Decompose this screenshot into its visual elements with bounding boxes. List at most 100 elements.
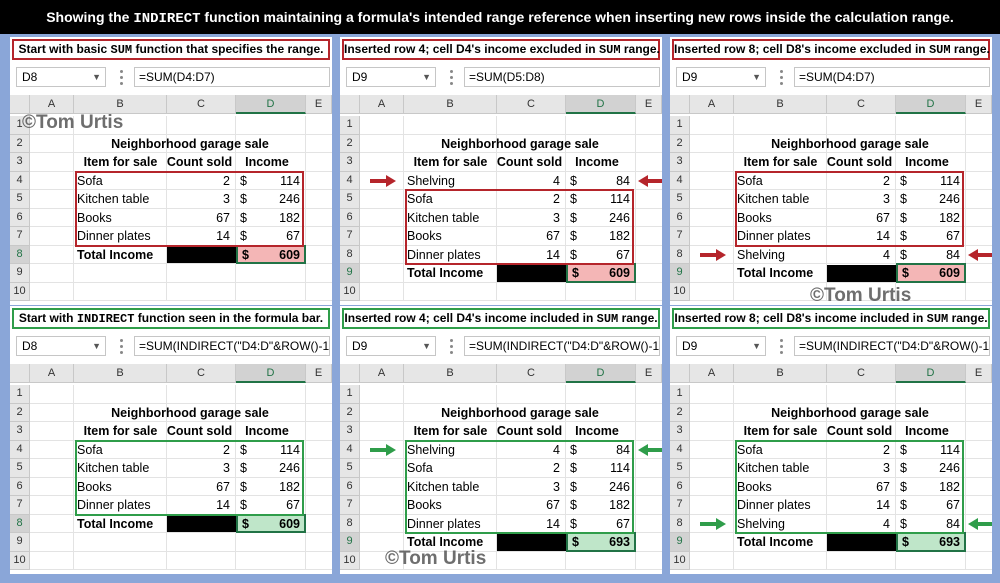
row-header-9[interactable]: 9 [10,533,30,552]
row-header-4[interactable]: 4 [340,440,360,459]
row-header-10[interactable]: 10 [340,282,360,301]
row-header-9[interactable]: 9 [670,264,690,283]
column-header-b[interactable]: B [74,364,167,383]
row-header-2[interactable]: 2 [10,134,30,153]
row-header-3[interactable]: 3 [670,422,690,441]
name-box[interactable]: D9 ▼ [676,336,766,356]
column-header-e[interactable]: E [966,364,992,383]
column-header-e[interactable]: E [306,95,332,114]
column-header-d[interactable]: D [236,95,306,114]
row-header-6[interactable]: 6 [340,477,360,496]
row-header-7[interactable]: 7 [340,496,360,515]
column-header-a[interactable]: A [360,364,404,383]
column-header-d[interactable]: D [236,364,306,383]
row-header-2[interactable]: 2 [340,134,360,153]
active-cell[interactable] [896,263,966,283]
row-header-1[interactable]: 1 [10,385,30,404]
row-header-8[interactable]: 8 [10,245,30,264]
column-header-a[interactable]: A [690,95,734,114]
chevron-down-icon[interactable]: ▼ [92,68,101,86]
name-box[interactable]: D9 ▼ [676,67,766,87]
column-header-c[interactable]: C [167,364,236,383]
row-header-9[interactable]: 9 [340,533,360,552]
row-header-8[interactable]: 8 [340,514,360,533]
row-header-7[interactable]: 7 [10,496,30,515]
name-box[interactable]: D9 ▼ [346,67,436,87]
row-header-2[interactable]: 2 [670,134,690,153]
column-header-e[interactable]: E [636,364,662,383]
formula-input[interactable]: =SUM(INDIRECT("D4:D"&ROW()-1)) [134,336,330,356]
row-header-7[interactable]: 7 [670,496,690,515]
formula-input[interactable]: =SUM(D4:D7) [794,67,990,87]
row-header-6[interactable]: 6 [10,477,30,496]
row-header-10[interactable]: 10 [10,282,30,301]
row-header-10[interactable]: 10 [10,551,30,570]
row-header-6[interactable]: 6 [10,208,30,227]
row-header-10[interactable]: 10 [340,551,360,570]
row-header-9[interactable]: 9 [10,264,30,283]
row-header-1[interactable]: 1 [340,385,360,404]
name-box[interactable]: D8 ▼ [16,67,106,87]
row-header-6[interactable]: 6 [340,208,360,227]
row-header-1[interactable]: 1 [670,385,690,404]
formula-input[interactable]: =SUM(D5:D8) [464,67,660,87]
row-header-5[interactable]: 5 [10,459,30,478]
active-cell[interactable] [566,532,636,552]
active-cell[interactable] [566,263,636,283]
row-header-4[interactable]: 4 [670,440,690,459]
column-header-a[interactable]: A [30,364,74,383]
row-header-8[interactable]: 8 [670,245,690,264]
active-cell[interactable] [896,532,966,552]
select-all-corner[interactable] [670,364,690,383]
column-header-e[interactable]: E [636,95,662,114]
row-header-5[interactable]: 5 [340,190,360,209]
row-header-5[interactable]: 5 [670,190,690,209]
column-header-b[interactable]: B [734,364,827,383]
active-cell[interactable] [236,244,306,264]
formula-input[interactable]: =SUM(INDIRECT("D4:D"&ROW()-1)) [794,336,990,356]
row-header-7[interactable]: 7 [340,227,360,246]
column-header-c[interactable]: C [497,95,566,114]
row-header-6[interactable]: 6 [670,477,690,496]
column-header-c[interactable]: C [497,364,566,383]
row-header-4[interactable]: 4 [340,171,360,190]
row-header-2[interactable]: 2 [670,403,690,422]
row-header-5[interactable]: 5 [670,459,690,478]
row-header-3[interactable]: 3 [10,422,30,441]
chevron-down-icon[interactable]: ▼ [92,337,101,355]
row-header-9[interactable]: 9 [340,264,360,283]
active-cell[interactable] [236,513,306,533]
chevron-down-icon[interactable]: ▼ [422,337,431,355]
row-header-3[interactable]: 3 [670,153,690,172]
select-all-corner[interactable] [670,95,690,114]
formula-input[interactable]: =SUM(INDIRECT("D4:D"&ROW()-1)) [464,336,660,356]
column-header-a[interactable]: A [360,95,404,114]
row-header-3[interactable]: 3 [340,422,360,441]
column-header-d[interactable]: D [896,364,966,383]
column-header-c[interactable]: C [167,95,236,114]
row-header-4[interactable]: 4 [670,171,690,190]
row-header-2[interactable]: 2 [340,403,360,422]
column-header-d[interactable]: D [566,95,636,114]
row-header-9[interactable]: 9 [670,533,690,552]
row-header-5[interactable]: 5 [340,459,360,478]
column-header-b[interactable]: B [734,95,827,114]
chevron-down-icon[interactable]: ▼ [422,68,431,86]
name-box[interactable]: D9 ▼ [346,336,436,356]
row-header-3[interactable]: 3 [10,153,30,172]
row-header-1[interactable]: 1 [670,116,690,135]
row-header-4[interactable]: 4 [10,440,30,459]
select-all-corner[interactable] [10,364,30,383]
row-header-1[interactable]: 1 [340,116,360,135]
row-header-10[interactable]: 10 [670,282,690,301]
row-header-6[interactable]: 6 [670,208,690,227]
select-all-corner[interactable] [340,364,360,383]
column-header-d[interactable]: D [566,364,636,383]
column-header-c[interactable]: C [827,95,896,114]
column-header-b[interactable]: B [404,364,497,383]
column-header-b[interactable]: B [404,95,497,114]
select-all-corner[interactable] [340,95,360,114]
name-box[interactable]: D8 ▼ [16,336,106,356]
row-header-8[interactable]: 8 [340,245,360,264]
row-header-8[interactable]: 8 [670,514,690,533]
